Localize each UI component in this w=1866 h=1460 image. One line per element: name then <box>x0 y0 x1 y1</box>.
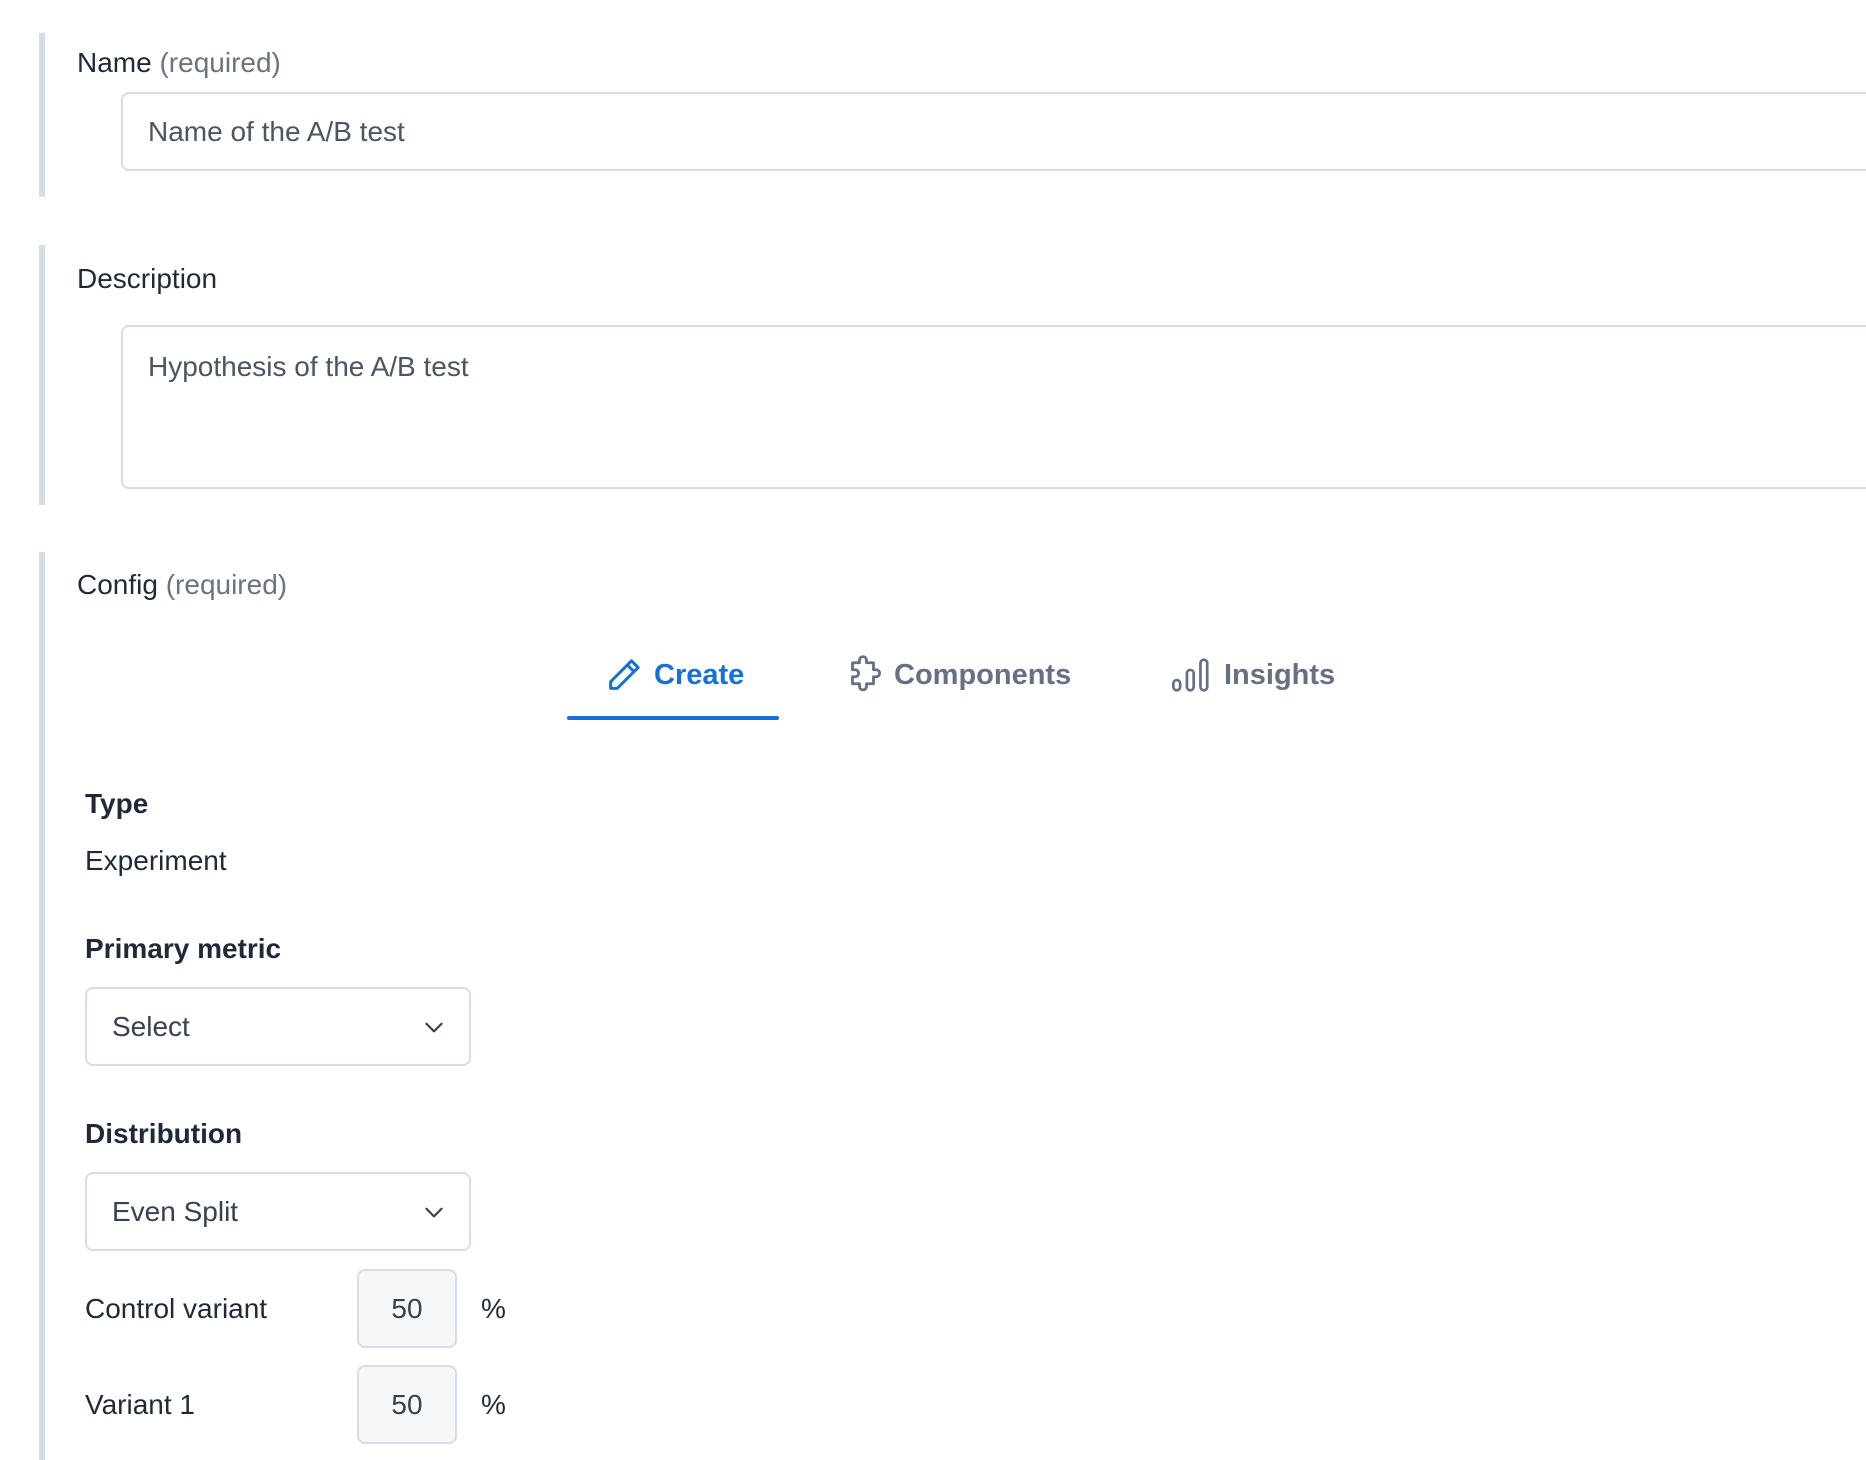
description-label: Description <box>77 263 217 295</box>
type-value: Experiment <box>85 845 227 877</box>
config-tabs: Create Components Insights <box>45 630 1866 720</box>
variant-percent-input[interactable] <box>357 1365 457 1444</box>
name-label: Name (required) <box>77 47 281 79</box>
primary-metric-label: Primary metric <box>85 933 281 965</box>
tab-components-label: Components <box>894 659 1071 692</box>
variant-row: Control variant % <box>85 1269 545 1348</box>
variant-percent-input[interactable] <box>357 1269 457 1348</box>
config-label: Config (required) <box>77 569 287 601</box>
config-section: Config (required) Create Components Insi… <box>39 552 1866 1460</box>
name-input[interactable] <box>121 92 1866 171</box>
tab-create-label: Create <box>654 659 744 692</box>
primary-metric-selected: Select <box>112 1011 190 1043</box>
description-label-text: Description <box>77 263 217 294</box>
primary-metric-select[interactable]: Select <box>85 987 471 1066</box>
name-label-text: Name <box>77 47 152 78</box>
percent-sign: % <box>481 1269 506 1348</box>
chevron-down-icon <box>421 1199 447 1225</box>
tab-insights-label: Insights <box>1224 659 1335 692</box>
description-textarea[interactable] <box>121 325 1866 489</box>
variant-label: Variant 1 <box>85 1365 195 1444</box>
tab-components[interactable]: Components <box>842 630 1071 720</box>
name-section: Name (required) <box>39 33 1866 197</box>
distribution-selected: Even Split <box>112 1196 238 1228</box>
percent-sign: % <box>481 1365 506 1444</box>
distribution-select[interactable]: Even Split <box>85 1172 471 1251</box>
description-section: Description <box>39 245 1866 505</box>
distribution-label: Distribution <box>85 1118 242 1150</box>
tab-insights[interactable]: Insights <box>1170 630 1335 720</box>
variant-row: Variant 1 % <box>85 1365 545 1444</box>
chevron-down-icon <box>421 1014 447 1040</box>
config-label-text: Config <box>77 569 158 600</box>
bar-chart-icon <box>1170 654 1214 696</box>
puzzle-icon <box>842 654 884 696</box>
tab-create[interactable]: Create <box>567 630 779 720</box>
pencil-icon <box>604 655 644 695</box>
type-label: Type <box>85 788 148 820</box>
variant-label: Control variant <box>85 1269 267 1348</box>
name-required-note: (required) <box>159 47 280 78</box>
config-required-note: (required) <box>166 569 287 600</box>
